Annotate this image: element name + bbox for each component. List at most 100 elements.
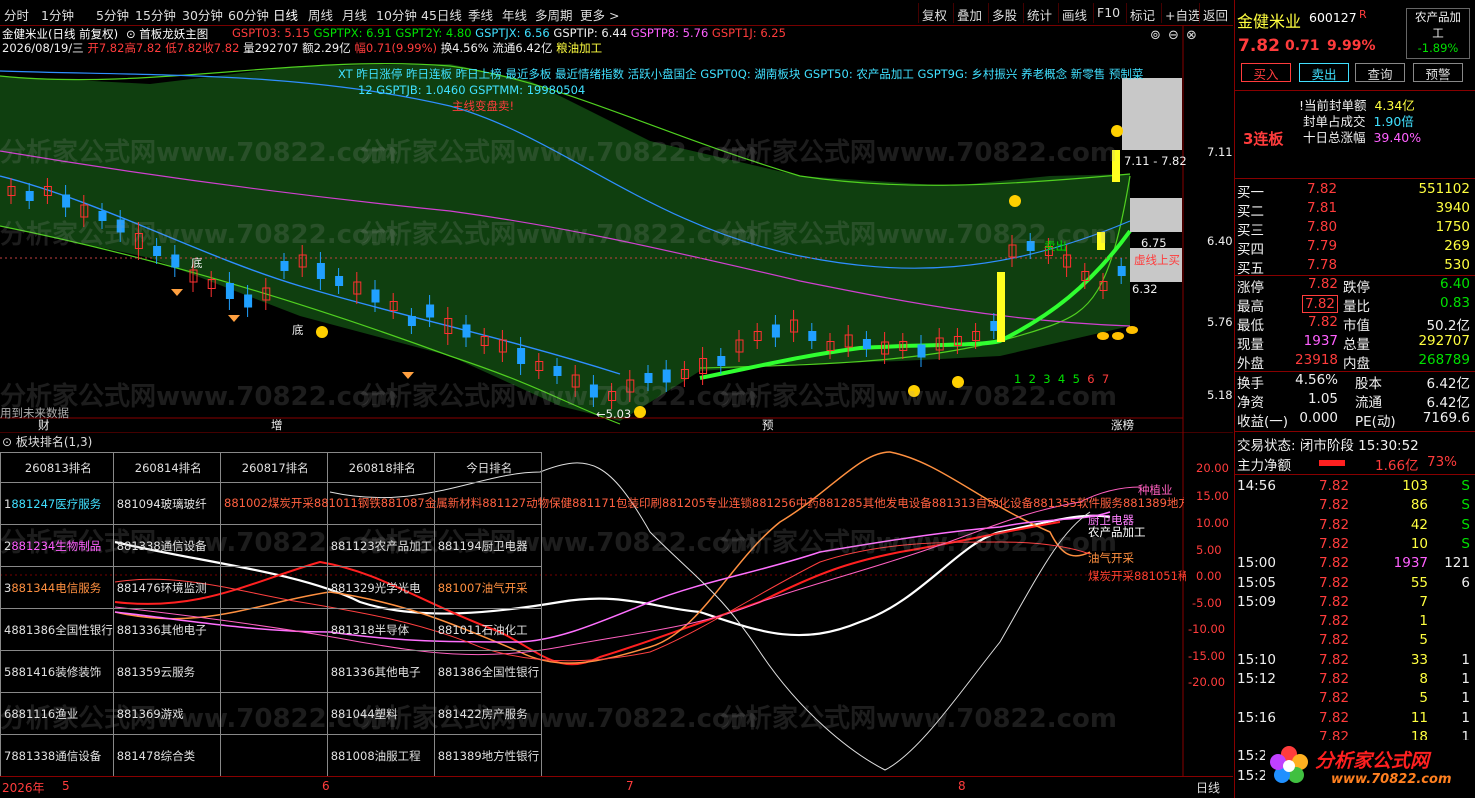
sequence-labels: 1 2 3 4 5 6 7: [1014, 372, 1109, 386]
table-cell: 881194厨卫电器: [433, 524, 542, 567]
sell-signal: 卖出: [1044, 239, 1067, 253]
minus-icon[interactable]: ⊖: [1168, 28, 1179, 43]
period-label: 日线: [1196, 781, 1221, 795]
tick-price: 7.82: [1319, 632, 1350, 649]
bar-volume: 量292707: [243, 41, 299, 55]
level-price: 7.82: [1307, 181, 1338, 197]
period-tab-5min[interactable]: 5分钟: [96, 5, 129, 24]
watermark: 分析家公式网www.70822.com: [720, 528, 1117, 558]
candle-body: [771, 324, 780, 338]
level-volume: 530: [1444, 257, 1470, 273]
tick-row: 15:09 7.82 7: [1235, 594, 1475, 613]
order-book-row[interactable]: 买一 7.82 551102: [1235, 181, 1475, 201]
column-header: 260813排名: [0, 452, 114, 483]
price-axis-label: 7.11: [1207, 145, 1233, 159]
level-volume: 1750: [1435, 219, 1470, 235]
tick-volume: 10: [1410, 535, 1428, 552]
event-marker[interactable]: 增: [271, 417, 283, 432]
column-header: 260817排名: [219, 452, 328, 483]
indicator-value: GSPTJX: 6.56: [475, 26, 550, 40]
order-book-row[interactable]: 买五 7.78 530: [1235, 257, 1475, 277]
tick-price: 7.82: [1319, 593, 1350, 610]
bar-turnover: 换4.56%: [440, 41, 489, 55]
event-marker[interactable]: 预: [762, 417, 774, 432]
kline-chart[interactable]: 分析家公式网www.70822.com 分析家公式网www.70822.com …: [0, 26, 1233, 432]
table-cell: 2881234生物制品: [0, 524, 114, 567]
period-tab-more[interactable]: 更多 >: [580, 5, 619, 24]
mainline-warning: 主线变盘卖!: [452, 99, 515, 113]
limit-info: !当前封单额 4.34亿 封单占成交 1.90倍 十日总涨幅 39.40%: [1299, 98, 1422, 145]
indicator-value: GSPT2Y: 4.80: [395, 26, 472, 40]
tick-row: 15:05 7.82 55 6: [1235, 575, 1475, 594]
trade-status: 交易状态: 闭市阶段 15:30:52: [1237, 438, 1419, 454]
price-axis-label: 5.18: [1207, 388, 1233, 402]
candle-body: [990, 321, 999, 331]
column-header: 260818排名: [326, 452, 435, 483]
period-tab-weekly[interactable]: 周线: [308, 5, 333, 24]
multi-stock-button[interactable]: 多股: [988, 3, 1020, 23]
level-price: 7.78: [1307, 257, 1338, 273]
period-tab-30min[interactable]: 30分钟: [182, 5, 223, 24]
sell-button[interactable]: 卖出: [1299, 63, 1349, 82]
mark-button[interactable]: 标记: [1126, 3, 1158, 23]
close-icon[interactable]: ⊗: [1186, 28, 1197, 43]
stat-value: 7169.6: [1422, 410, 1470, 426]
settings-icon[interactable]: ⊚: [1150, 28, 1161, 43]
period-tab-daily[interactable]: 日线: [273, 5, 298, 24]
back-button[interactable]: 返回: [1199, 3, 1231, 23]
stat-value: 1937: [1303, 333, 1338, 349]
bar-low: 低7.82: [165, 41, 203, 55]
stat-label: 总量: [1343, 337, 1370, 353]
candle-body: [316, 263, 325, 279]
order-book-row[interactable]: 买四 7.79 269: [1235, 238, 1475, 258]
period-tab-15min[interactable]: 15分钟: [135, 5, 176, 24]
stat-value: 0.000: [1299, 410, 1338, 426]
period-tab-60min[interactable]: 60分钟: [228, 5, 269, 24]
period-tab-yearly[interactable]: 年线: [502, 5, 527, 24]
current-price: 7.82: [1238, 36, 1280, 56]
price-axis-label: 5.76: [1207, 315, 1233, 329]
stat-value: 1.05: [1307, 391, 1338, 407]
brand-logo: 分析家公式网 www.70822.com: [1265, 740, 1475, 796]
query-button[interactable]: 查询: [1355, 63, 1405, 82]
low-price-marker: ←5.03: [596, 407, 632, 421]
order-book-row[interactable]: 买二 7.81 3940: [1235, 200, 1475, 220]
period-toolbar: 分时 1分钟 5分钟 15分钟 30分钟 60分钟 日线 周线 月线 10分钟 …: [0, 0, 1233, 26]
period-tab-10min[interactable]: 10分钟: [376, 5, 417, 24]
level-price: 7.79: [1307, 238, 1338, 254]
limit-bar: [997, 272, 1005, 342]
stats-button[interactable]: 统计: [1023, 3, 1055, 23]
bar-info: 2026/08/19/三 开7.82高7.82 低7.82收7.82 量2927…: [2, 40, 602, 56]
stats-row: 换手 4.56% 股本 6.42亿: [1235, 372, 1475, 392]
tick-side: 6: [1461, 574, 1470, 591]
add-watchlist-button[interactable]: +自选: [1161, 3, 1203, 23]
period-tab-fenshi[interactable]: 分时: [4, 5, 29, 24]
table-cell: 5881416装修装饰: [0, 650, 114, 693]
period-tab-45day[interactable]: 45日线: [421, 5, 462, 24]
indicator-value: GSPTP8: 5.76: [630, 26, 709, 40]
tick-time: 15:09: [1237, 593, 1276, 610]
indicator-name: 首板龙妖主图: [139, 27, 209, 41]
period-tab-multi[interactable]: 多周期: [535, 5, 573, 24]
period-tab-1min[interactable]: 1分钟: [41, 5, 74, 24]
period-tab-monthly[interactable]: 月线: [342, 5, 367, 24]
tick-volume: 7: [1419, 593, 1428, 610]
panel-title[interactable]: ⊙ 板块排名(1,3): [2, 433, 92, 450]
buy-button[interactable]: 买入: [1241, 63, 1291, 82]
f10-button[interactable]: F10: [1093, 3, 1123, 23]
period-tab-quarterly[interactable]: 季线: [468, 5, 493, 24]
overlay-button[interactable]: 叠加: [953, 3, 985, 23]
flower-logo-icon: [1270, 746, 1308, 783]
draw-line-button[interactable]: 画线: [1058, 3, 1090, 23]
adjust-button[interactable]: 复权: [918, 3, 950, 23]
stat-label: 净资: [1237, 395, 1264, 411]
stat-value: 50.2亿: [1426, 318, 1470, 334]
alert-button[interactable]: 预警: [1413, 63, 1463, 82]
price-axis-label: 6.40: [1207, 234, 1233, 248]
event-marker[interactable]: 涨榜: [1111, 417, 1134, 432]
price-row: 7.82 0.71 9.99%: [1235, 36, 1475, 58]
chevron-down-icon: ⊙: [2, 435, 16, 449]
event-marker[interactable]: 财: [38, 417, 50, 432]
order-book-row[interactable]: 买三 7.80 1750: [1235, 219, 1475, 239]
stat-value: 6.42亿: [1426, 395, 1470, 411]
